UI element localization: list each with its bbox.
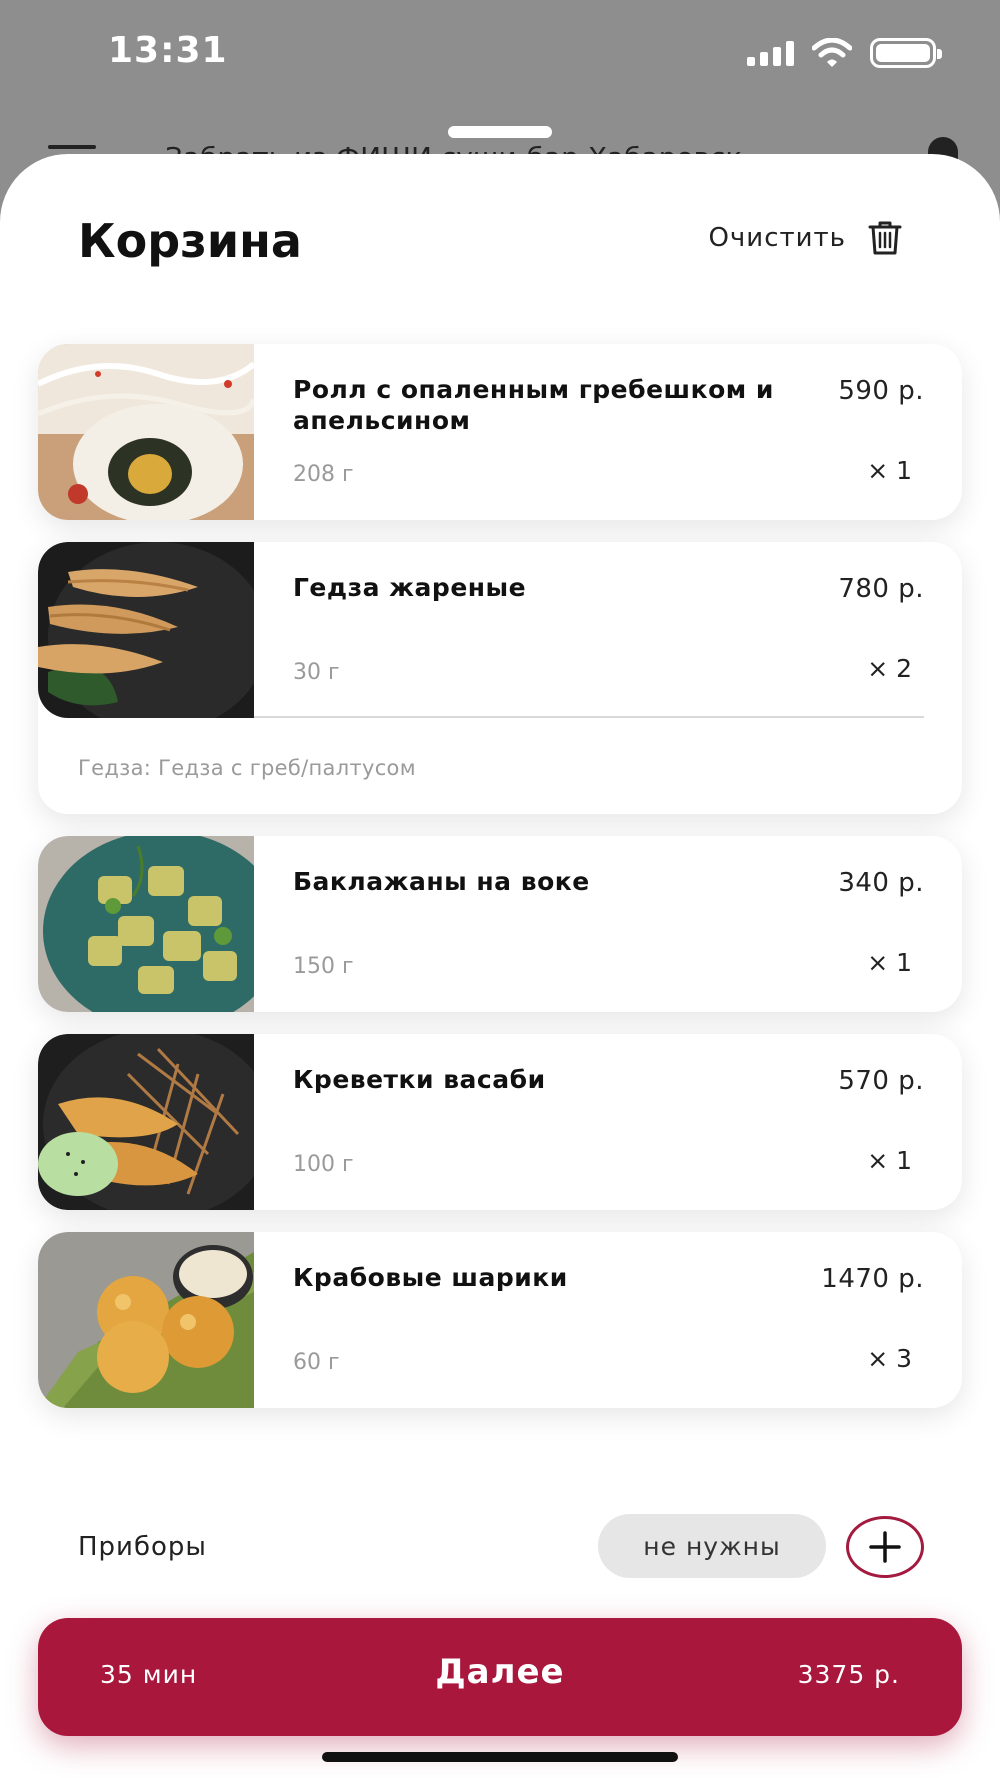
item-price: 340 р. [838, 868, 924, 898]
cart-sheet: Корзина Очистить Ролл с опаленным гребеш… [0, 154, 1000, 1778]
item-modifier: Гедза: Гедза с греб/палтусом [78, 756, 416, 780]
item-photo-roll [38, 344, 254, 520]
cutlery-label: Приборы [78, 1532, 207, 1562]
item-quantity: × 2 [867, 654, 912, 683]
status-time: 13:31 [108, 30, 228, 71]
add-cutlery-button[interactable] [846, 1516, 924, 1578]
item-weight: 60 г [293, 1350, 340, 1375]
item-photo-crab-balls [38, 1232, 254, 1408]
status-icons [747, 38, 942, 68]
item-name: Креветки васаби [293, 1065, 546, 1094]
wifi-icon [812, 38, 852, 67]
cutlery-selector[interactable]: не нужны [598, 1514, 826, 1578]
signal-icon [747, 40, 794, 66]
sheet-grabber[interactable] [448, 126, 552, 138]
clear-cart-label: Очистить [708, 223, 846, 253]
item-name: Крабовые шарики [293, 1263, 568, 1292]
item-divider [254, 716, 924, 718]
item-photo-eggplant [38, 836, 254, 1012]
trash-icon [868, 221, 902, 255]
order-total: 3375 р. [797, 1660, 900, 1689]
item-name: Баклажаны на воке [293, 867, 590, 896]
item-name: Ролл с опаленным гребешком и апельсином [293, 375, 774, 435]
item-quantity: × 1 [867, 456, 912, 485]
next-button[interactable]: 35 мин Далее 3375 р. [38, 1618, 962, 1736]
item-name: Гедза жареные [293, 573, 527, 602]
item-price: 780 р. [838, 574, 924, 604]
battery-icon [870, 38, 942, 68]
cart-item[interactable]: Гедза жареные 780 р. 30 г × 2 Гедза: Гед… [38, 542, 962, 814]
item-weight: 30 г [293, 660, 340, 685]
item-photo-gyoza [38, 542, 254, 718]
cart-item[interactable]: Креветки васаби 570 р. 100 г × 1 [38, 1034, 962, 1210]
clear-cart-button[interactable]: Очистить [708, 220, 902, 256]
item-photo-shrimp [38, 1034, 254, 1210]
item-price: 1470 р. [821, 1264, 924, 1294]
cart-items-list: Ролл с опаленным гребешком и апельсином … [38, 344, 962, 1430]
item-weight: 208 г [293, 462, 354, 487]
page-title: Корзина [78, 214, 302, 268]
item-quantity: × 1 [867, 1146, 912, 1175]
item-price: 590 р. [838, 376, 924, 406]
plus-icon [869, 1531, 901, 1563]
cart-item[interactable]: Ролл с опаленным гребешком и апельсином … [38, 344, 962, 520]
item-weight: 150 г [293, 954, 354, 979]
home-indicator [322, 1752, 678, 1762]
item-quantity: × 3 [867, 1344, 912, 1373]
cart-item[interactable]: Баклажаны на воке 340 р. 150 г × 1 [38, 836, 962, 1012]
cart-item[interactable]: Крабовые шарики 1470 р. 60 г × 3 [38, 1232, 962, 1408]
status-bar: 13:31 [0, 0, 1000, 110]
item-weight: 100 г [293, 1152, 354, 1177]
item-quantity: × 1 [867, 948, 912, 977]
item-price: 570 р. [838, 1066, 924, 1096]
